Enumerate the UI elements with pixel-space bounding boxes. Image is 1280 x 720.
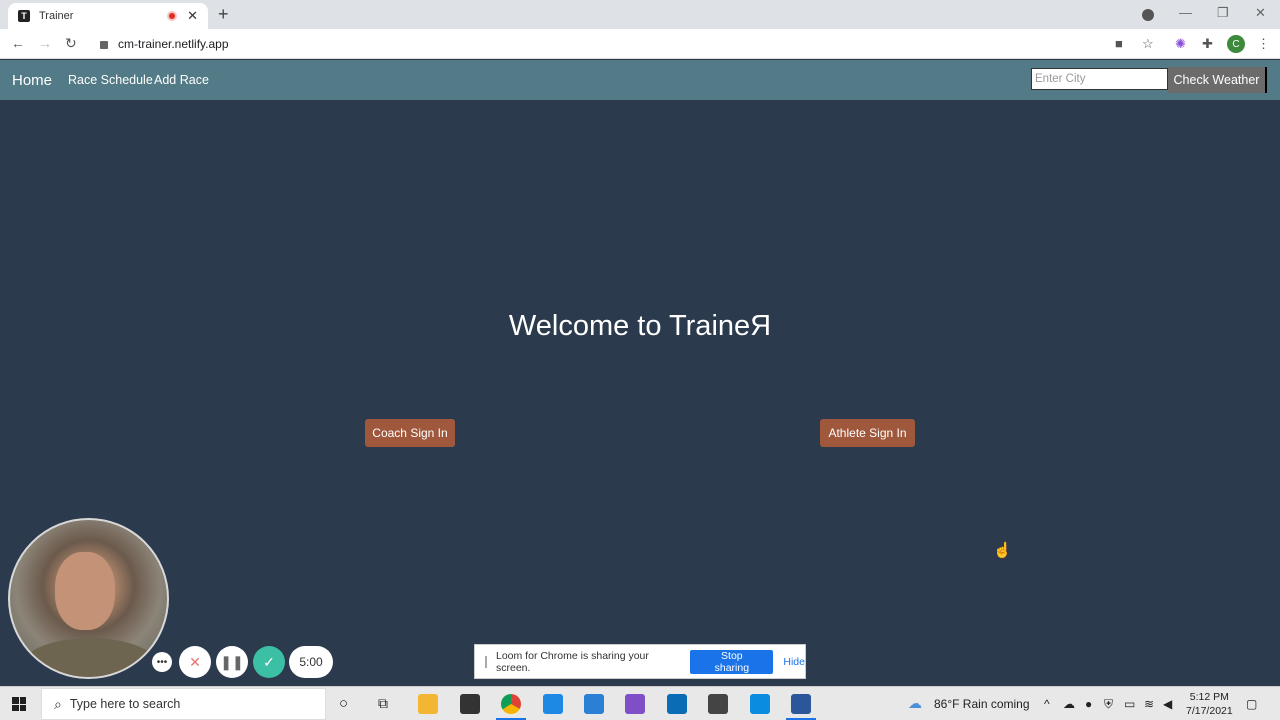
loom-more-icon[interactable]: ••• xyxy=(152,652,172,672)
visual-studio-icon[interactable] xyxy=(625,694,645,714)
browser-tab-strip: T Trainer ✕ + — ❐ ✕ xyxy=(0,0,1280,29)
weather-cloud-icon[interactable]: ☁ xyxy=(908,695,922,712)
camera-icon[interactable]: ■ xyxy=(1115,36,1123,51)
volume-icon[interactable]: ◀ xyxy=(1163,697,1172,711)
notifications-icon[interactable]: ▢ xyxy=(1246,697,1257,711)
taskbar-clock[interactable]: 5:12 PM 7/17/2021 xyxy=(1186,690,1233,718)
onedrive-icon[interactable]: ☁ xyxy=(1063,697,1075,711)
word-icon[interactable] xyxy=(791,694,811,714)
taskbar-search[interactable]: ⌕ Type here to search xyxy=(41,688,326,720)
address-bar[interactable]: cm-trainer.netlify.app xyxy=(92,32,1102,56)
recording-icon xyxy=(167,11,178,21)
clock-date: 7/17/2021 xyxy=(1186,705,1233,717)
screen-share-bar: Loom for Chrome is sharing your screen. … xyxy=(474,644,806,679)
welcome-heading: Welcome to TraineЯ xyxy=(508,310,772,342)
drag-handle-icon[interactable] xyxy=(485,655,487,668)
windows-start-icon[interactable] xyxy=(12,697,26,711)
browser-toolbar: ← → ↻ cm-trainer.netlify.app ■ ☆ ✺ ✚ ⋮ xyxy=(0,29,1280,59)
tray-chevron-icon[interactable]: ^ xyxy=(1044,697,1050,711)
microphone-icon[interactable]: ● xyxy=(1085,697,1092,711)
browser-tab[interactable]: T Trainer ✕ xyxy=(8,3,208,29)
taskbar-search-placeholder: Type here to search xyxy=(69,697,181,711)
search-icon: ⌕ xyxy=(54,695,62,712)
nav-race-schedule-link[interactable]: Race Schedule xyxy=(68,73,153,87)
loom-cancel-icon[interactable]: ✕ xyxy=(179,646,211,678)
loom-finish-icon[interactable]: ✓ xyxy=(253,646,285,678)
nav-home-link[interactable]: Home xyxy=(12,72,52,89)
restore-button[interactable]: ❐ xyxy=(1217,5,1229,21)
back-icon[interactable]: ← xyxy=(11,35,25,51)
cortana-icon[interactable]: ○ xyxy=(339,695,348,712)
extensions-icon[interactable]: ✚ xyxy=(1202,36,1213,52)
reload-icon[interactable]: ↻ xyxy=(65,35,77,52)
battery-icon[interactable]: ▭ xyxy=(1124,697,1135,711)
hand-cursor-icon: ☝ xyxy=(993,542,1012,559)
loom-timer: 5:00 xyxy=(289,646,333,678)
nav-add-race-link[interactable]: Add Race xyxy=(154,73,209,87)
minimize-button[interactable]: — xyxy=(1179,5,1192,20)
athlete-sign-in-button[interactable]: Athlete Sign In xyxy=(820,419,915,447)
vscode-icon[interactable] xyxy=(543,694,563,714)
task-view-icon[interactable]: ⧉ xyxy=(378,695,388,712)
terminal-icon[interactable] xyxy=(460,694,480,714)
menu-icon[interactable]: ⋮ xyxy=(1257,36,1270,52)
dell-icon[interactable] xyxy=(667,694,687,714)
clock-time: 5:12 PM xyxy=(1189,691,1229,703)
share-message: Loom for Chrome is sharing your screen. xyxy=(496,649,649,674)
tab-title: Trainer xyxy=(39,10,74,22)
window-close-button[interactable]: ✕ xyxy=(1255,5,1266,21)
coach-sign-in-button[interactable]: Coach Sign In xyxy=(365,419,455,447)
loom-camera-bubble[interactable] xyxy=(8,518,169,679)
windows-taskbar: ⌕ Type here to search ○ ⧉ ☁ 86°F Rain co… xyxy=(0,686,1280,720)
wifi-icon[interactable]: ≋ xyxy=(1144,697,1154,711)
loom-pause-icon[interactable]: ❚❚ xyxy=(216,646,248,678)
loom-extension-icon[interactable]: ✺ xyxy=(1175,36,1186,52)
city-input[interactable] xyxy=(1031,68,1168,90)
camera-person-shirt xyxy=(20,638,160,677)
tab-search-icon[interactable] xyxy=(1142,9,1154,21)
profile-avatar[interactable]: C xyxy=(1227,35,1245,53)
chrome-icon[interactable] xyxy=(501,694,521,714)
forward-icon[interactable]: → xyxy=(38,35,52,51)
lock-icon xyxy=(100,41,108,49)
weather-text[interactable]: 86°F Rain coming xyxy=(934,697,1030,711)
close-tab-icon[interactable]: ✕ xyxy=(187,8,198,24)
url-text: cm-trainer.netlify.app xyxy=(118,37,229,51)
stop-sharing-button[interactable]: Stop sharing xyxy=(690,649,774,674)
mail-icon[interactable] xyxy=(584,694,604,714)
camera-person-face xyxy=(55,552,115,630)
bookmark-star-icon[interactable]: ☆ xyxy=(1142,36,1154,52)
hide-button[interactable]: Hide xyxy=(783,656,805,668)
site-navbar: Home Race Schedule Add Race Check Weathe… xyxy=(0,60,1280,100)
trainer-favicon-icon: T xyxy=(18,10,30,22)
new-tab-button[interactable]: + xyxy=(218,4,229,25)
security-icon[interactable]: ⛨ xyxy=(1104,697,1113,712)
store-icon[interactable] xyxy=(708,694,728,714)
file-explorer-icon[interactable] xyxy=(418,694,438,714)
check-weather-button[interactable]: Check Weather xyxy=(1168,67,1267,93)
app-icon[interactable] xyxy=(750,694,770,714)
